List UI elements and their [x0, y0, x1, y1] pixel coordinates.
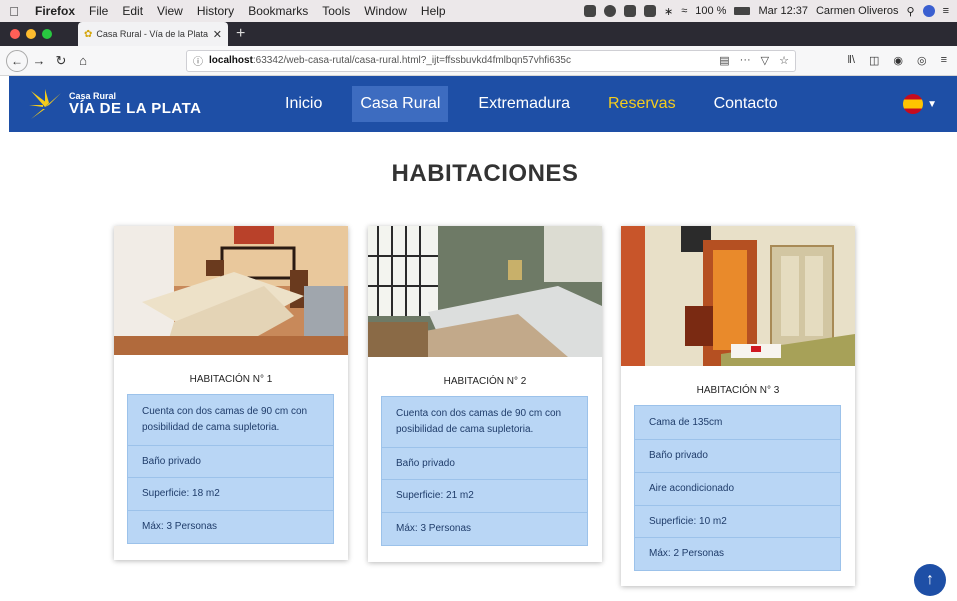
room-2-photo	[368, 226, 602, 357]
nav-casa-rural[interactable]: Casa Rural	[352, 86, 449, 122]
zoom-window-button[interactable]	[42, 29, 52, 39]
nav-contacto[interactable]: Contacto	[706, 86, 786, 122]
menu-edit[interactable]: Edit	[115, 4, 150, 18]
back-icon[interactable]: ←	[6, 49, 28, 72]
page-title: HABITACIONES	[391, 160, 579, 187]
user-name[interactable]: Carmen Oliveros	[816, 5, 899, 17]
siri-icon[interactable]	[922, 5, 935, 17]
list-item: Máx: 3 Personas	[128, 510, 333, 543]
new-tab-icon[interactable]: +	[236, 25, 245, 43]
site-header: Casa Rural VÍA DE LA PLATA Inicio Casa R…	[9, 76, 957, 132]
battery-icon[interactable]	[734, 7, 751, 15]
room-3-photo	[621, 226, 855, 366]
room-2-features: Cuenta con dos camas de 90 cm con posibi…	[381, 396, 588, 546]
toolbar-right: ‖\ ◫ ◉ ◎ ≡	[847, 54, 951, 67]
screen-share-icon[interactable]	[583, 5, 596, 17]
url-text[interactable]: localhost:63342/web-casa-rutal/casa-rura…	[209, 55, 713, 66]
chevron-down-icon: ▼	[927, 98, 937, 110]
menu-view[interactable]: View	[150, 4, 190, 18]
sunburst-logo-icon	[29, 89, 61, 119]
menu-app-firefox[interactable]: Firefox	[28, 4, 82, 18]
spain-flag-icon	[903, 94, 924, 114]
page-actions-icon[interactable]: ···	[740, 54, 751, 67]
room-card-1: HABITACIÓN N° 1 Cuenta con dos camas de …	[114, 226, 348, 560]
list-item: Máx: 2 Personas	[635, 537, 840, 570]
notification-center-icon[interactable]: ≡	[943, 5, 949, 17]
home-icon[interactable]: ⌂	[72, 53, 94, 68]
tab-strip: ✿ Casa Rural - Vía de la Plata - C ✕ +	[0, 22, 957, 46]
scroll-to-top-button[interactable]: ↑	[914, 564, 946, 596]
bookmark-star-icon[interactable]: ☆	[779, 54, 789, 67]
menu-bookmarks[interactable]: Bookmarks	[241, 4, 315, 18]
close-window-button[interactable]	[10, 29, 20, 39]
menu-window[interactable]: Window	[357, 4, 414, 18]
dropbox-icon[interactable]	[623, 5, 636, 17]
menu-tools[interactable]: Tools	[315, 4, 357, 18]
pocket-icon[interactable]: ▽	[761, 54, 769, 67]
menu-file[interactable]: File	[82, 4, 115, 18]
forward-icon[interactable]: →	[28, 53, 50, 68]
os-menubar:  Firefox File Edit View History Bookmar…	[0, 0, 957, 22]
list-item: Máx: 3 Personas	[382, 512, 587, 545]
apple-icon[interactable]: 	[0, 4, 28, 19]
tab-title: Casa Rural - Vía de la Plata - C	[96, 29, 208, 39]
status-area: ∗ ≈ 100 % Mar 12:37 Carmen Oliveros ⚲ ≡	[583, 5, 957, 18]
bluetooth-icon[interactable]: ∗	[664, 5, 673, 18]
list-item: Baño privado	[382, 447, 587, 479]
window-controls	[0, 29, 64, 39]
logo-title: VÍA DE LA PLATA	[69, 100, 202, 117]
menu-help[interactable]: Help	[414, 4, 453, 18]
room-2-title: HABITACIÓN N° 2	[443, 376, 527, 387]
site-logo[interactable]: Casa Rural VÍA DE LA PLATA	[9, 87, 249, 121]
list-item: Superficie: 10 m2	[635, 505, 840, 537]
battery-percent: 100 %	[695, 5, 727, 17]
list-item: Superficie: 18 m2	[128, 477, 333, 510]
list-item: Baño privado	[635, 439, 840, 472]
browser-tab[interactable]: ✿ Casa Rural - Vía de la Plata - C ✕	[78, 22, 228, 46]
room-3-title: HABITACIÓN N° 3	[696, 385, 780, 396]
nav-extremadura[interactable]: Extremadura	[470, 86, 578, 122]
library-icon[interactable]: ‖\	[847, 54, 855, 67]
arrow-up-icon: ↑	[926, 571, 934, 588]
nav-reservas[interactable]: Reservas	[600, 86, 684, 122]
page-info-icon[interactable]: ⓘ	[193, 53, 203, 68]
reload-icon[interactable]: ↻	[50, 53, 72, 69]
room-1-features: Cuenta con dos camas de 90 cm con posibi…	[127, 394, 334, 544]
spotlight-icon[interactable]: ⚲	[907, 5, 915, 18]
list-item: Baño privado	[128, 445, 333, 477]
favicon-icon: ✿	[84, 28, 93, 40]
list-item: Aire acondicionado	[635, 472, 840, 505]
room-1-title: HABITACIÓN N° 1	[189, 374, 273, 385]
list-item: Cuenta con dos camas de 90 cm con posibi…	[396, 408, 562, 435]
menu-hamburger-icon[interactable]: ≡	[941, 54, 947, 67]
list-item: Cama de 135cm	[649, 416, 723, 428]
sync-icon[interactable]	[643, 5, 656, 17]
menu-history[interactable]: History	[190, 4, 241, 18]
url-bar[interactable]: ⓘ localhost:63342/web-casa-rutal/casa-ru…	[186, 49, 796, 72]
room-card-2: HABITACIÓN N° 2 Cuenta con dos camas de …	[368, 226, 602, 562]
minimize-window-button[interactable]	[26, 29, 36, 39]
clock[interactable]: Mar 12:37	[758, 5, 808, 17]
close-tab-icon[interactable]: ✕	[213, 28, 222, 41]
main-menu: Inicio Casa Rural Extremadura Reservas C…	[277, 76, 808, 132]
room-card-3: HABITACIÓN N° 3 Cama de 135cm Baño priva…	[621, 226, 855, 586]
list-item: Superficie: 21 m2	[382, 479, 587, 512]
nav-toolbar: ← → ↻ ⌂ ⓘ localhost:63342/web-casa-rutal…	[0, 46, 957, 76]
room-1-photo	[114, 226, 348, 355]
creative-cloud-icon[interactable]	[603, 5, 616, 17]
sidebar-icon[interactable]: ◫	[869, 54, 879, 67]
extension-icon[interactable]: ◉	[893, 54, 903, 67]
language-selector[interactable]: ▼	[903, 94, 937, 114]
room-3-features: Cama de 135cm Baño privado Aire acondici…	[634, 405, 841, 571]
list-item: Cuenta con dos camas de 90 cm con posibi…	[142, 406, 308, 433]
nav-inicio[interactable]: Inicio	[277, 86, 330, 122]
wifi-icon[interactable]: ≈	[681, 5, 687, 17]
reader-view-icon[interactable]: ▤	[719, 54, 729, 67]
account-icon[interactable]: ◎	[917, 54, 927, 67]
